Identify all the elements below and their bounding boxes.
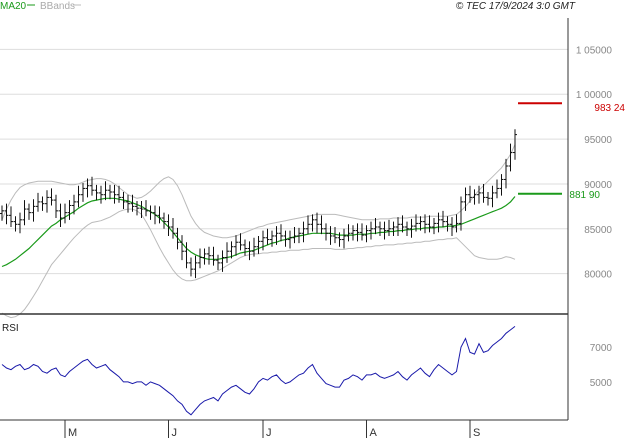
price-bar — [513, 129, 517, 160]
price-bar — [67, 200, 72, 220]
price-bar — [153, 205, 157, 225]
price-bar — [81, 183, 85, 202]
rsi-tick-label: 7000 — [590, 343, 613, 354]
price-bar — [499, 174, 504, 196]
price-bar — [301, 221, 306, 243]
price-bar — [490, 185, 495, 208]
price-bar — [319, 215, 324, 235]
price-bar — [216, 254, 220, 271]
price-bar — [40, 196, 45, 211]
price-bar — [279, 224, 283, 242]
stock-chart: MA20 BBands © TEC 17/9/2024 3:0 GMT 1 05… — [0, 1, 625, 439]
price-bar — [157, 206, 162, 224]
price-bar — [76, 185, 81, 208]
price-bar — [373, 218, 378, 235]
time-axis: MJJAS — [64, 420, 480, 439]
price-bar — [148, 205, 153, 220]
price-bar — [135, 200, 139, 216]
price-bar — [112, 184, 117, 204]
price-bar — [108, 184, 112, 200]
price-bar — [193, 255, 198, 279]
price-bar — [18, 212, 22, 234]
rsi-line — [1, 326, 516, 416]
price-bar — [94, 184, 99, 201]
price-bar — [459, 196, 463, 231]
price-bar — [436, 212, 441, 233]
price-bar — [54, 194, 58, 219]
price-bar — [45, 190, 49, 213]
price-bar — [211, 246, 216, 266]
price-bar — [292, 226, 297, 244]
price-bar — [225, 242, 229, 263]
price-bar — [486, 192, 490, 206]
price-bar — [427, 215, 432, 233]
price-bar — [468, 185, 472, 203]
price-bar — [9, 206, 13, 227]
price-tick-label: 80000 — [584, 270, 612, 281]
price-bar — [31, 199, 36, 222]
month-label: J — [266, 427, 272, 439]
price-bar — [495, 179, 499, 199]
price-bar — [0, 205, 4, 221]
price-bar — [315, 212, 319, 234]
price-bar — [202, 248, 207, 265]
price-tick-label: 85000 — [584, 225, 612, 236]
price-bar — [207, 246, 211, 265]
price-bar — [36, 192, 40, 212]
last-ma-label: 881 90 — [569, 190, 600, 201]
price-bar — [351, 225, 355, 241]
price-bar — [432, 218, 436, 235]
price-bar — [99, 185, 103, 204]
last-price-label: 983 24 — [594, 103, 625, 114]
price-bar — [243, 239, 247, 256]
price-bar — [126, 194, 130, 213]
price-bar — [387, 219, 391, 236]
price-bar — [324, 223, 328, 241]
price-bar — [369, 221, 373, 240]
price-bar — [139, 200, 144, 219]
month-label: A — [370, 427, 378, 439]
price-bar — [454, 214, 459, 233]
price-bar — [72, 194, 76, 215]
rsi-series — [1, 326, 516, 416]
price-bar — [234, 235, 238, 256]
price-bar — [49, 188, 54, 206]
price-tick-label: 1 05000 — [576, 45, 613, 56]
month-label: S — [473, 427, 480, 439]
price-bar — [441, 210, 445, 227]
month-label: M — [68, 427, 77, 439]
legend-ma20: MA20 — [0, 1, 27, 12]
price-bars — [0, 129, 517, 279]
copyright-timestamp: © TEC 17/9/2024 3:0 GMT — [456, 1, 576, 12]
legend-bbands: BBands — [40, 1, 75, 12]
price-bar — [180, 235, 184, 261]
rsi-axis-ticks: 7000 5000 — [590, 343, 613, 389]
month-label: J — [172, 427, 178, 439]
price-bar — [63, 203, 67, 224]
price-bar — [346, 224, 351, 242]
price-bar — [306, 215, 310, 235]
price-bar — [342, 228, 346, 249]
price-bar — [472, 189, 477, 205]
price-bar — [22, 200, 27, 226]
price-tick-label: 1 00000 — [576, 90, 613, 101]
price-bar — [256, 235, 261, 254]
rsi-tick-label: 5000 — [590, 378, 613, 389]
price-bar — [198, 248, 202, 269]
price-bar — [247, 241, 252, 261]
price-bar — [238, 233, 243, 251]
price-bar — [382, 221, 387, 240]
rsi-title: RSI — [2, 323, 19, 334]
price-bar — [355, 223, 360, 242]
price-axis-ticks: 1 050001 0000095000900008500080000 — [576, 45, 613, 280]
price-bar — [27, 203, 31, 220]
price-bar — [265, 228, 270, 245]
price-tick-label: 95000 — [584, 135, 612, 146]
price-bar — [396, 217, 400, 236]
price-bar — [58, 203, 63, 227]
price-bar — [360, 223, 364, 241]
price-bar — [288, 230, 292, 249]
